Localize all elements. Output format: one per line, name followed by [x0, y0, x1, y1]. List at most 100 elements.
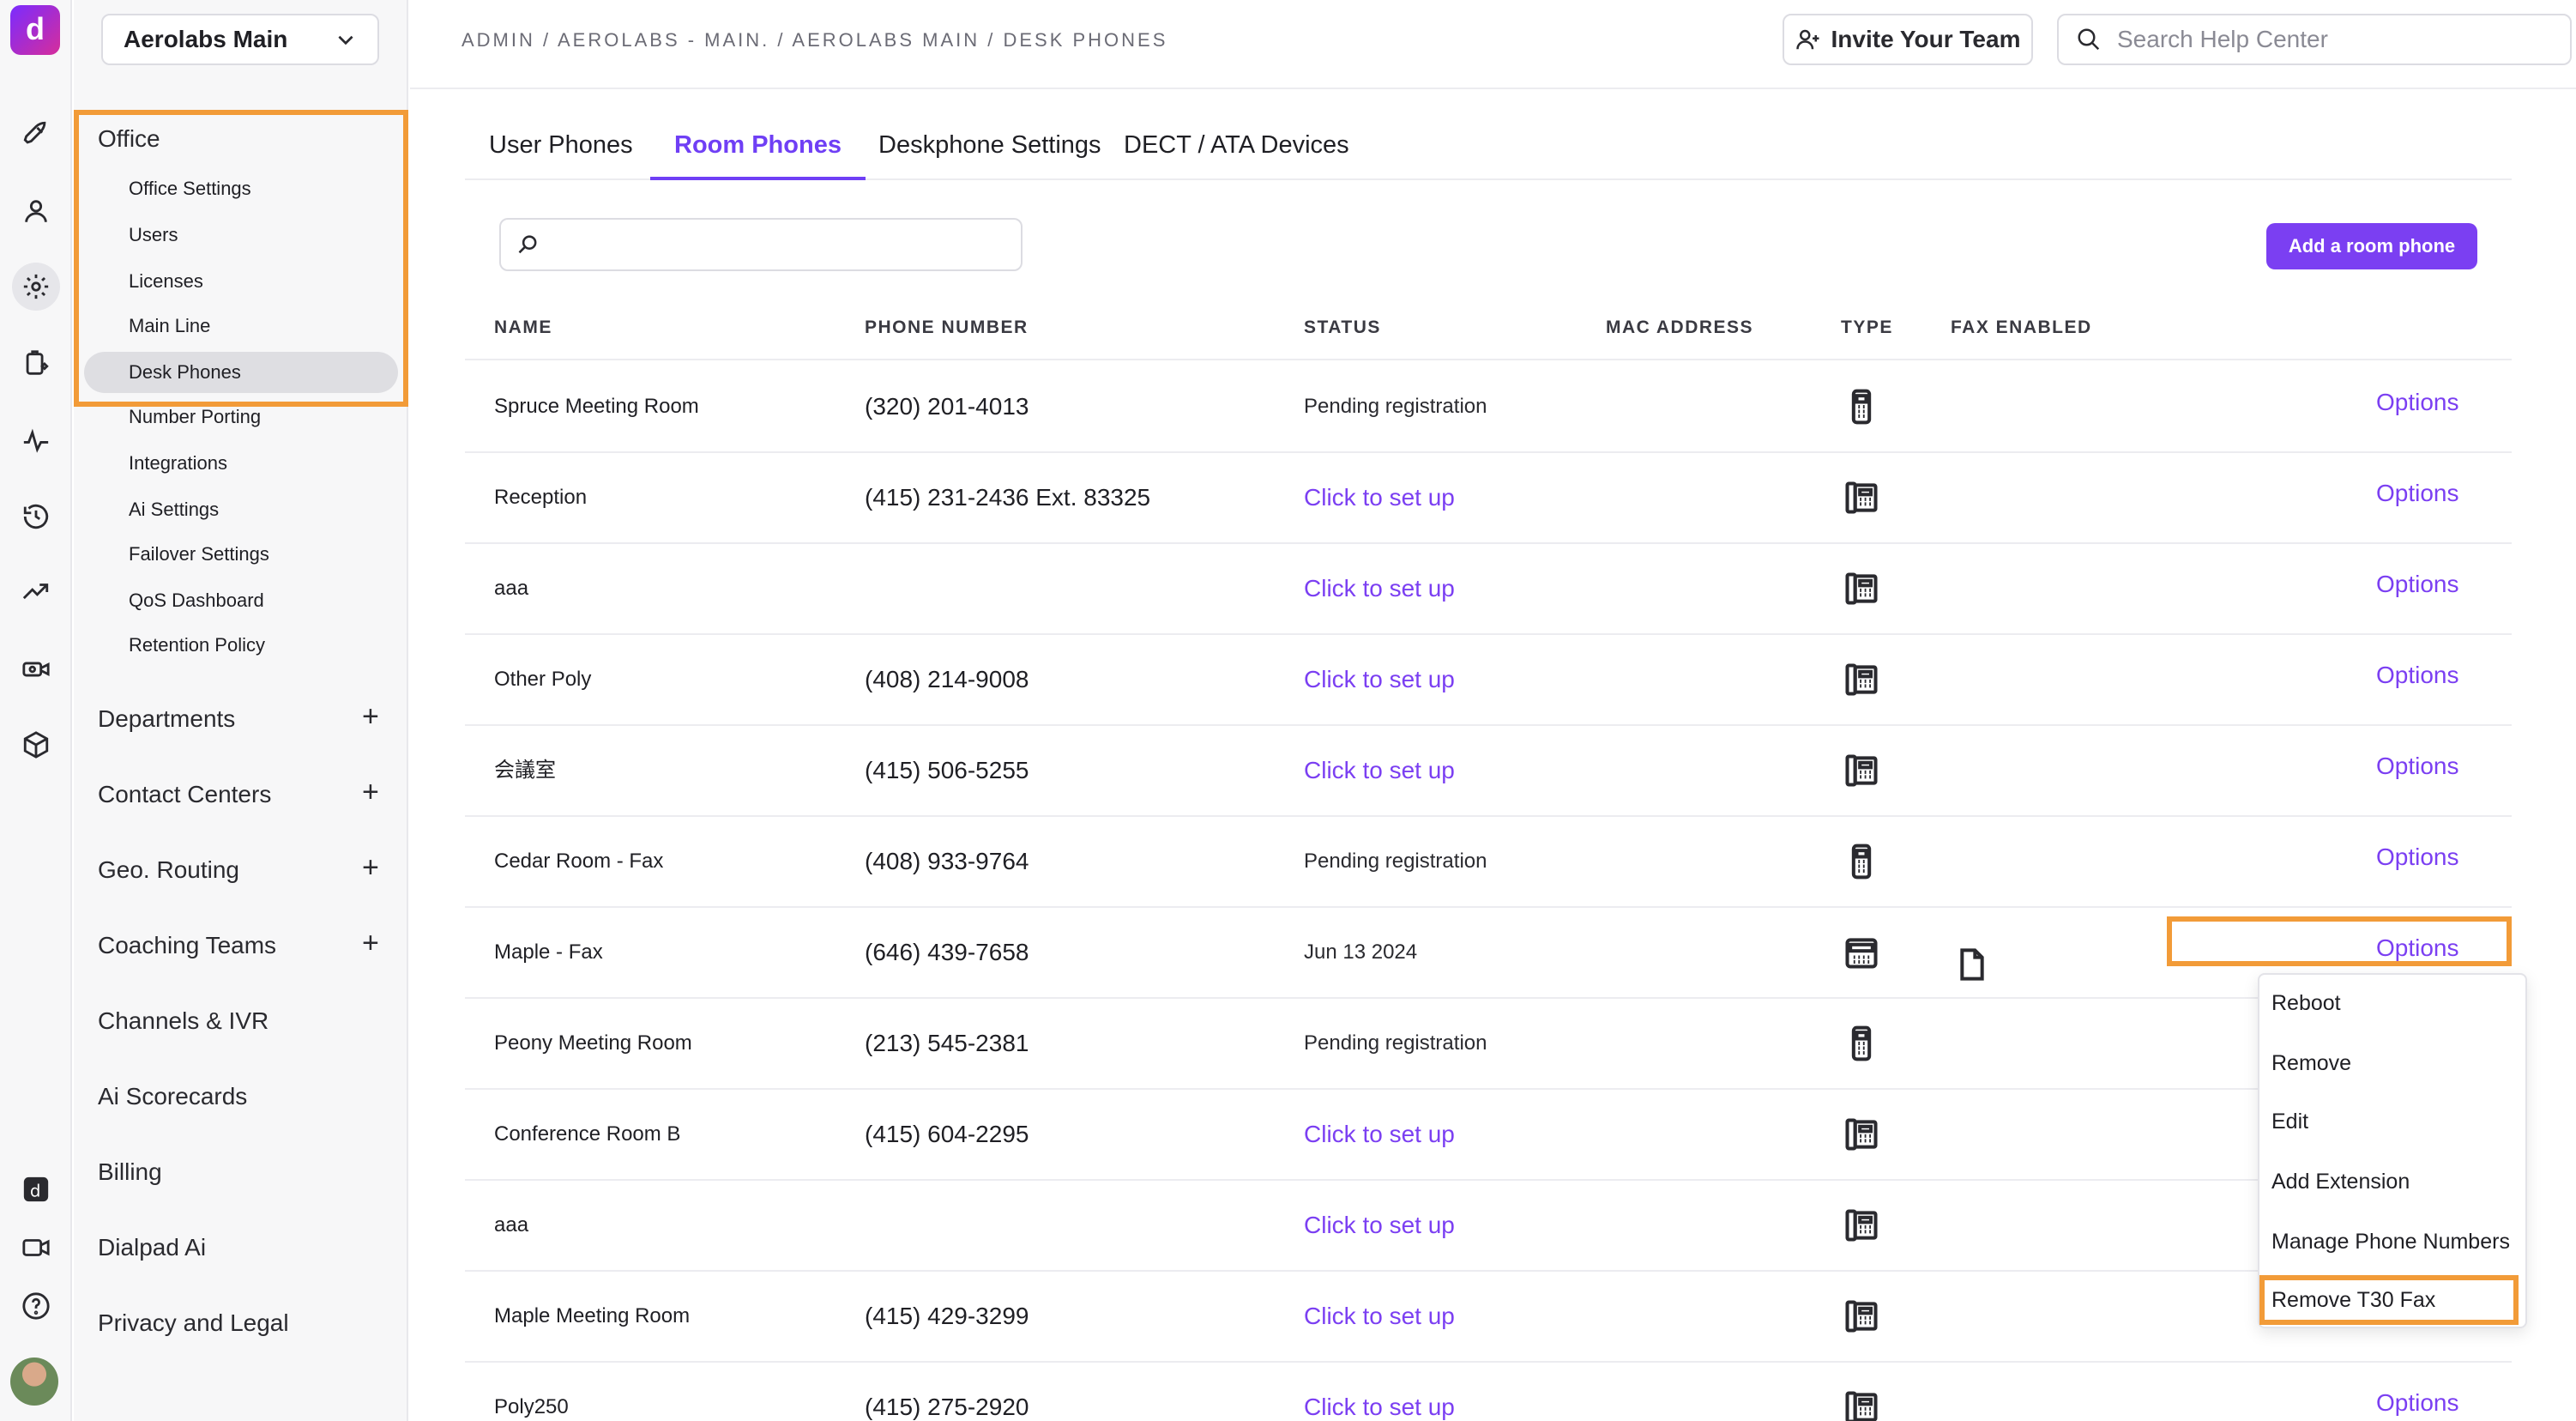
sidebar-item-licenses[interactable]: Licenses — [129, 261, 203, 302]
table-row[interactable]: Maple Meeting Room (415) 429-3299 Click to… — [465, 1272, 2512, 1363]
options-link[interactable]: Options — [2376, 726, 2459, 815]
breadcrumb: ADMIN / AEROLABS - MAIN. / AEROLABS MAIN… — [462, 29, 1168, 51]
status-text: Pending registration — [1304, 1031, 1487, 1055]
column-header-mac-address[interactable]: MAC ADDRESS — [1606, 317, 1753, 338]
sidebar-section-geo-routing[interactable]: Geo. Routing — [98, 856, 239, 884]
menu-item-remove[interactable]: Remove — [2271, 1042, 2351, 1085]
sidebar-section-office[interactable]: Office — [98, 125, 160, 153]
dialpad-ai-icon[interactable]: d — [12, 1165, 60, 1213]
table-row[interactable]: Poly250 (415) 275-2920 Click to set up Opti… — [465, 1363, 2512, 1421]
column-header-fax-enabled[interactable]: FAX ENABLED — [1951, 317, 2092, 338]
column-header-name[interactable]: NAME — [494, 317, 552, 338]
desk-phone-icon — [1837, 565, 1885, 613]
sidebar-section-dialpad-ai[interactable]: Dialpad Ai — [98, 1234, 206, 1261]
sidebar-item-qos-dashboard[interactable]: QoS Dashboard — [129, 580, 264, 621]
room-name: aaa — [494, 577, 529, 600]
sidebar-section-contact-centers[interactable]: Contact Centers — [98, 781, 271, 808]
cube-icon[interactable] — [12, 721, 60, 769]
sidebar-item-retention-policy[interactable]: Retention Policy — [129, 625, 265, 666]
table-row[interactable]: Other Poly (408) 214-9008 Click to set up O… — [465, 635, 2512, 726]
sidebar-item-number-porting[interactable]: Number Porting — [129, 396, 261, 438]
phone-number: (320) 201-4013 — [865, 393, 1029, 420]
options-link[interactable]: Options — [2376, 453, 2459, 542]
menu-item-reboot[interactable]: Reboot — [2271, 982, 2341, 1025]
column-header-phone-number[interactable]: PHONE NUMBER — [865, 317, 1029, 338]
sidebar-item-desk-phones[interactable]: Desk Phones — [84, 352, 398, 393]
video-icon[interactable] — [12, 1224, 60, 1272]
room-name: Peony Meeting Room — [494, 1031, 692, 1055]
sidebar-item-office-settings[interactable]: Office Settings — [129, 168, 251, 209]
sidebar-item-failover-settings[interactable]: Failover Settings — [129, 534, 269, 575]
dialpad-logo[interactable]: d — [10, 5, 60, 55]
tab-room-phones[interactable]: Room Phones — [650, 112, 866, 180]
column-header-type[interactable]: TYPE — [1841, 317, 1893, 338]
table-row[interactable]: Spruce Meeting Room (320) 201-4013 Pending… — [465, 362, 2512, 453]
setup-link[interactable]: Click to set up — [1304, 453, 1455, 542]
avatar[interactable] — [10, 1358, 58, 1406]
admin-sidebar: Aerolabs Main Office Office Settings Use… — [74, 0, 408, 1421]
tab-deskphone-settings[interactable]: Deskphone Settings — [854, 112, 1125, 180]
room-name: Maple - Fax — [494, 940, 603, 964]
gear-icon[interactable] — [12, 263, 60, 311]
sidebar-section-ai-scorecards[interactable]: Ai Scorecards — [98, 1083, 247, 1110]
expand-geo-routing-icon[interactable]: + — [362, 851, 379, 885]
invite-team-button[interactable]: Invite Your Team — [1783, 14, 2033, 65]
options-link[interactable]: Options — [2376, 635, 2459, 724]
clipboard-sparkle-icon[interactable] — [12, 340, 60, 388]
options-link[interactable]: Options — [2376, 362, 2459, 451]
sidebar-item-users[interactable]: Users — [129, 215, 178, 256]
table-row[interactable]: Reception (415) 231-2436 Ext. 83325 Click … — [465, 453, 2512, 544]
options-link[interactable]: Options — [2376, 1363, 2459, 1421]
table-row[interactable]: aaa Click to set up Options — [465, 544, 2512, 635]
help-search-placeholder: Search Help Center — [2117, 26, 2328, 52]
tab-user-phones[interactable]: User Phones — [465, 112, 657, 180]
table-row[interactable]: Peony Meeting Room (213) 545-2381 Pending … — [465, 999, 2512, 1090]
help-icon[interactable] — [12, 1282, 60, 1330]
highlight-remove-t30-fax — [2259, 1275, 2519, 1325]
table-row[interactable]: Cedar Room - Fax (408) 933-9764 Pending re… — [465, 817, 2512, 908]
sidebar-item-main-line[interactable]: Main Line — [129, 305, 210, 347]
table-row[interactable]: 会議室 (415) 506-5255 Click to set up Options — [465, 726, 2512, 817]
sidebar-item-ai-settings[interactable]: Ai Settings — [129, 489, 219, 530]
camera-icon[interactable] — [12, 645, 60, 693]
setup-link[interactable]: Click to set up — [1304, 726, 1455, 815]
setup-link[interactable]: Click to set up — [1304, 544, 1455, 633]
setup-link[interactable]: Click to set up — [1304, 1090, 1455, 1179]
person-icon[interactable] — [12, 187, 60, 235]
sidebar-section-coaching-teams[interactable]: Coaching Teams — [98, 932, 276, 959]
org-selector[interactable]: Aerolabs Main — [101, 14, 379, 65]
tab-dect-ata-devices[interactable]: DECT / ATA Devices — [1100, 112, 1373, 180]
sidebar-section-departments[interactable]: Departments — [98, 705, 235, 733]
menu-item-manage-phone-numbers[interactable]: Manage Phone Numbers — [2271, 1220, 2510, 1263]
help-center-search[interactable]: Search Help Center — [2057, 14, 2572, 65]
add-room-phone-button[interactable]: Add a room phone — [2266, 223, 2477, 269]
sidebar-section-privacy-legal[interactable]: Privacy and Legal — [98, 1309, 289, 1337]
table-row[interactable]: aaa Click to set up — [465, 1181, 2512, 1272]
setup-link[interactable]: Click to set up — [1304, 635, 1455, 724]
sidebar-section-billing[interactable]: Billing — [98, 1158, 162, 1186]
setup-link[interactable]: Click to set up — [1304, 1181, 1455, 1270]
search-icon — [518, 235, 537, 254]
setup-link[interactable]: Click to set up — [1304, 1363, 1455, 1421]
room-name: Poly250 — [494, 1395, 569, 1418]
options-link[interactable]: Options — [2376, 817, 2459, 906]
menu-item-edit[interactable]: Edit — [2271, 1100, 2308, 1143]
expand-coaching-teams-icon[interactable]: + — [362, 927, 379, 960]
history-icon[interactable] — [12, 493, 60, 541]
pulse-icon[interactable] — [12, 417, 60, 465]
phone-tabs: User Phones Room Phones Deskphone Settin… — [465, 112, 2512, 180]
desk-phone-icon — [1837, 1201, 1885, 1249]
expand-contact-centers-icon[interactable]: + — [362, 776, 379, 809]
expand-departments-icon[interactable]: + — [362, 700, 379, 734]
options-link[interactable]: Options — [2376, 544, 2459, 633]
menu-item-add-extension[interactable]: Add Extension — [2271, 1160, 2410, 1203]
sidebar-item-integrations[interactable]: Integrations — [129, 443, 227, 484]
column-header-status[interactable]: STATUS — [1304, 317, 1381, 338]
table-row[interactable]: Conference Room B (415) 604-2295 Click to … — [465, 1090, 2512, 1181]
room-phone-search-input[interactable] — [499, 218, 1023, 271]
setup-link[interactable]: Click to set up — [1304, 1272, 1455, 1361]
phone-number: (415) 231-2436 Ext. 83325 — [865, 484, 1151, 511]
rocket-icon[interactable] — [12, 110, 60, 158]
sidebar-section-channels-ivr[interactable]: Channels & IVR — [98, 1007, 268, 1035]
trending-icon[interactable] — [12, 568, 60, 616]
